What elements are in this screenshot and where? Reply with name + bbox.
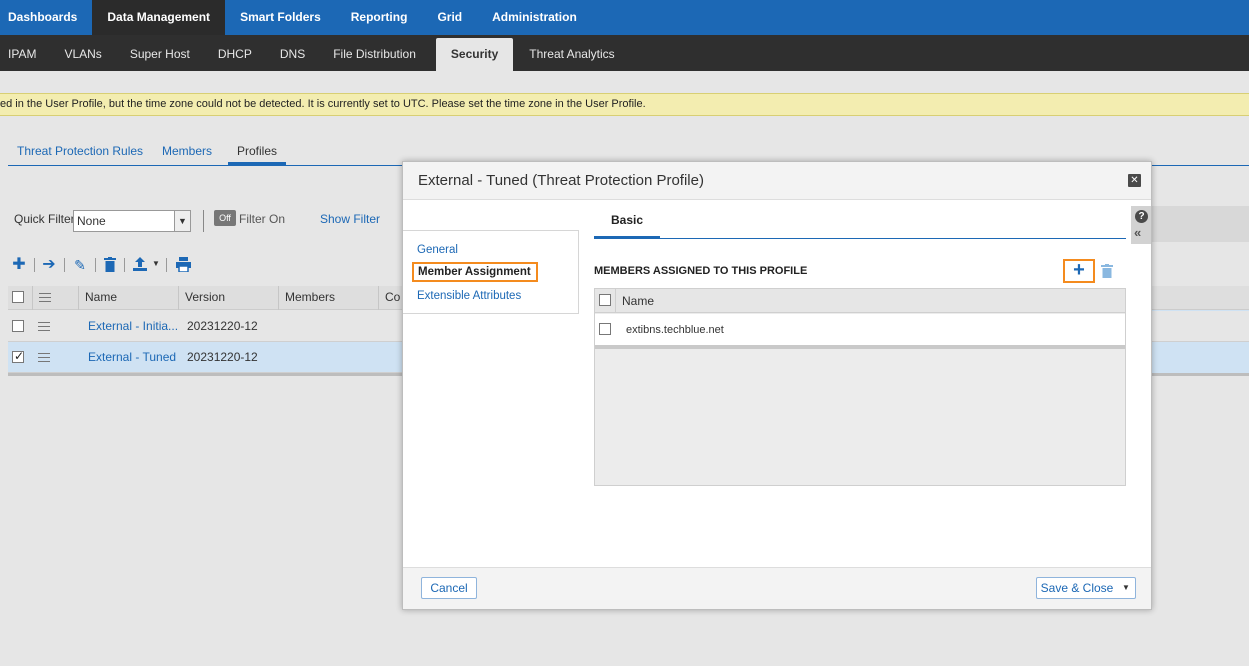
divider	[166, 258, 167, 272]
divider	[615, 289, 616, 313]
save-close-button[interactable]: Save & Close ▼	[1036, 577, 1136, 599]
nav-general[interactable]: General	[417, 244, 458, 256]
profile-name-link[interactable]: External - Tuned	[88, 350, 176, 364]
caret-down-icon[interactable]: ▼	[152, 259, 160, 268]
subnav-ipam[interactable]: IPAM	[0, 35, 48, 71]
table-row[interactable]: extibns.techblue.net	[595, 314, 1125, 345]
members-table: Name extibns.techblue.net	[594, 288, 1126, 486]
nav-dashboards[interactable]: Dashboards	[0, 0, 92, 35]
row-checkbox[interactable]	[599, 323, 611, 335]
subnav-security[interactable]: Security	[435, 38, 514, 71]
help-icon[interactable]: ?	[1135, 210, 1148, 223]
tab-threat-protection-rules[interactable]: Threat Protection Rules	[17, 144, 143, 158]
quick-filter-label: Quick Filter	[14, 212, 75, 226]
dialog-side-nav: General Member Assignment Extensible Att…	[403, 230, 579, 314]
nav-extensible-attributes[interactable]: Extensible Attributes	[417, 290, 521, 302]
nav-member-assignment[interactable]: Member Assignment	[412, 262, 538, 282]
chevron-down-icon: ▼	[174, 211, 190, 231]
profile-version: 20231220-12	[187, 319, 258, 333]
filter-on-label: Filter On	[239, 212, 286, 226]
row-menu-icon[interactable]	[38, 322, 50, 331]
nav-reporting[interactable]: Reporting	[336, 0, 423, 35]
filter-toggle[interactable]: Off	[214, 210, 236, 226]
grid-header-edge	[1152, 286, 1249, 310]
quick-filter-bar: Quick Filter None ▼ Off Filter On Show F…	[8, 206, 428, 234]
timezone-warning: ed in the User Profile, but the time zon…	[0, 93, 1249, 116]
row-checkbox[interactable]	[12, 320, 24, 332]
sub-nav: IPAM VLANs Super Host DHCP DNS File Dist…	[0, 35, 1249, 71]
col-members[interactable]: Members	[278, 286, 378, 310]
menu-icon	[39, 293, 51, 302]
col-name[interactable]: Name	[622, 294, 654, 308]
table-row[interactable]: External - Initia... 20231220-12	[8, 311, 408, 342]
nav-administration[interactable]: Administration	[477, 0, 592, 35]
table-row[interactable]: External - Tuned 20231220-12	[8, 342, 408, 373]
tab-basic[interactable]: Basic	[594, 204, 660, 239]
profile-dialog: External - Tuned (Threat Protection Prof…	[402, 161, 1152, 610]
filter-bar-edge	[1152, 206, 1249, 242]
dialog-title: External - Tuned (Threat Protection Prof…	[418, 172, 704, 189]
top-nav: Dashboards Data Management Smart Folders…	[0, 0, 1249, 35]
col-name[interactable]: Name	[78, 286, 178, 310]
cancel-button[interactable]: Cancel	[421, 577, 477, 599]
export-icon[interactable]	[132, 256, 148, 272]
row-checkbox[interactable]	[12, 349, 24, 363]
grid-scrollbar-edge	[1152, 373, 1249, 376]
member-name: extibns.techblue.net	[626, 324, 724, 336]
grid-header: Name Version Members Co	[8, 286, 408, 310]
quick-filter-value: None	[77, 214, 106, 228]
grid-edge	[1152, 286, 1249, 376]
grid-toolbar: ✚ ➔ ✎ ▼	[10, 254, 210, 276]
divider	[95, 258, 96, 272]
profile-version: 20231220-12	[187, 350, 258, 364]
add-member-button[interactable]: +	[1063, 259, 1095, 283]
subnav-threat-analytics[interactable]: Threat Analytics	[521, 35, 626, 71]
add-icon[interactable]: ✚	[10, 256, 28, 274]
dialog-tabs: Basic	[594, 204, 1126, 239]
dialog-header: External - Tuned (Threat Protection Prof…	[403, 162, 1151, 200]
grid-row-edge	[1152, 311, 1249, 342]
row-menu-icon[interactable]	[38, 353, 50, 362]
profile-name-link[interactable]: External - Initia...	[88, 319, 178, 333]
divider	[203, 210, 204, 232]
double-chevron-left-icon[interactable]: «	[1134, 226, 1141, 240]
trash-icon[interactable]	[1101, 264, 1113, 278]
subnav-super-host[interactable]: Super Host	[122, 35, 202, 71]
select-all-checkbox[interactable]	[599, 294, 611, 306]
close-icon[interactable]: ✕	[1128, 174, 1141, 187]
arrow-right-icon[interactable]: ➔	[40, 256, 58, 274]
tab-members[interactable]: Members	[162, 144, 212, 158]
select-all-checkbox[interactable]	[12, 291, 24, 303]
nav-data-management[interactable]: Data Management	[92, 0, 226, 35]
menu-column	[32, 286, 78, 310]
print-icon[interactable]	[176, 257, 191, 272]
edit-icon[interactable]: ✎	[71, 256, 89, 274]
profiles-grid: Name Version Members Co External - Initi…	[8, 286, 408, 666]
nav-smart-folders[interactable]: Smart Folders	[225, 0, 336, 35]
table-scrollbar[interactable]	[595, 345, 1125, 349]
tab-profiles[interactable]: Profiles	[228, 144, 287, 165]
subnav-file-distribution[interactable]: File Distribution	[325, 35, 428, 71]
caret-down-icon[interactable]: ▼	[1117, 578, 1135, 598]
subnav-vlans[interactable]: VLANs	[56, 35, 113, 71]
nav-grid[interactable]: Grid	[422, 0, 477, 35]
col-version[interactable]: Version	[178, 286, 278, 310]
dialog-footer: Cancel Save & Close ▼	[403, 567, 1151, 609]
dialog-side-buttons: ? «	[1131, 206, 1151, 244]
quick-filter-select[interactable]: None ▼	[73, 210, 191, 232]
section-title: MEMBERS ASSIGNED TO THIS PROFILE	[594, 265, 808, 277]
trash-icon[interactable]	[104, 257, 116, 272]
show-filter-link[interactable]: Show Filter	[320, 212, 380, 226]
save-close-label: Save & Close	[1040, 581, 1114, 595]
members-table-header: Name	[595, 289, 1125, 313]
grid-scrollbar[interactable]	[8, 373, 408, 376]
subnav-dhcp[interactable]: DHCP	[210, 35, 264, 71]
divider	[124, 258, 125, 272]
subnav-dns[interactable]: DNS	[272, 35, 317, 71]
divider	[34, 258, 35, 272]
divider	[64, 258, 65, 272]
